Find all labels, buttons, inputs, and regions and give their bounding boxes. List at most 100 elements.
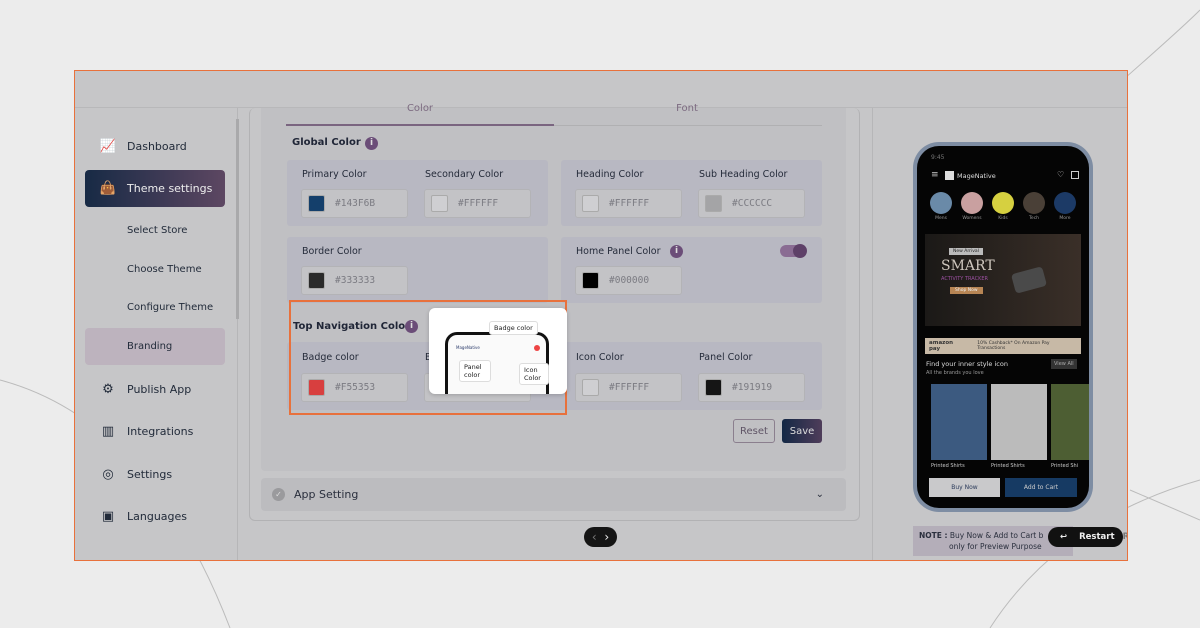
value: #FFFFFF (458, 198, 499, 209)
sidebar-item-settings[interactable]: ◎ Settings (85, 456, 225, 493)
app-window: 📈 Dashboard 👜 Theme settings Select Store … (74, 70, 1128, 561)
shortcut-key: R (1123, 532, 1127, 542)
info-icon[interactable]: i (670, 245, 683, 258)
sidebar-item-theme-settings[interactable]: 👜 Theme settings (85, 170, 225, 207)
category-item[interactable]: Mens (929, 192, 953, 221)
view-all-button[interactable]: View All (1051, 359, 1077, 369)
logo-icon (945, 171, 954, 180)
tooltip-badge-label: Badge color (489, 321, 538, 335)
pager[interactable]: ‹ › (584, 527, 617, 547)
home-panel-color-input[interactable]: #000000 (575, 266, 682, 295)
tab-font[interactable]: Font (554, 103, 820, 114)
section-subtitle: All the brands you love (926, 370, 984, 376)
product-image (1051, 384, 1089, 460)
heading-color-input[interactable]: #FFFFFF (575, 189, 682, 218)
field-label: Sub Heading Color (699, 169, 788, 180)
field-label: Secondary Color (425, 169, 504, 180)
nav-label: Publish App (127, 383, 192, 396)
field-label: Icon Color (576, 352, 624, 363)
category-item[interactable]: Womens (960, 192, 984, 221)
phone-preview: 9:45 ≡ MageNative ♡ Mens Womens Kids Tech Mo… (913, 142, 1093, 512)
color-swatch[interactable] (308, 272, 325, 289)
category-label: Mens (935, 216, 947, 221)
tooltip-icon-label: Icon Color (519, 363, 549, 385)
bar-chart-icon: ▥ (101, 424, 115, 439)
secondary-color-input[interactable]: #FFFFFF (424, 189, 531, 218)
color-swatch[interactable] (308, 195, 325, 212)
restart-button[interactable]: ↩ Restart R (1048, 527, 1127, 547)
color-swatch[interactable] (705, 195, 722, 212)
category-label: Womens (962, 216, 982, 221)
menu-icon[interactable]: ≡ (931, 170, 939, 180)
border-color-input[interactable]: #333333 (301, 266, 408, 295)
compass-icon: ◎ (102, 467, 114, 482)
subheading-color-input[interactable]: #CCCCCC (698, 189, 805, 218)
sidebar-item-dashboard[interactable]: 📈 Dashboard (85, 128, 225, 165)
category-image (930, 192, 952, 214)
restart-label: Restart (1079, 532, 1115, 542)
nav-label: Configure Theme (127, 302, 214, 313)
sidebar-item-choose-theme[interactable]: Choose Theme (85, 251, 225, 288)
info-icon[interactable]: i (365, 137, 378, 150)
tooltip-panel-label: Panel color (459, 360, 491, 382)
nav-label: Select Store (127, 225, 188, 236)
primary-color-input[interactable]: #143F6B (301, 189, 408, 218)
color-swatch[interactable] (582, 195, 599, 212)
sidebar-scrollbar[interactable] (236, 119, 239, 319)
product-card[interactable]: Printed Shi (1051, 384, 1089, 469)
product-card[interactable]: Printed Shirts (931, 384, 987, 469)
shop-now-button[interactable]: Shop Now (950, 287, 983, 294)
product-card[interactable]: Printed Shirts (991, 384, 1047, 469)
banner[interactable]: New Arrival SMART ACTIVITY TRACKER Shop … (925, 234, 1081, 326)
value: #191919 (732, 382, 773, 393)
tab-divider (554, 125, 822, 126)
sidebar-item-branding[interactable]: Branding (85, 328, 225, 365)
sidebar-item-integrations[interactable]: ▥ Integrations (85, 413, 225, 450)
banner-tag: New Arrival (949, 248, 983, 255)
add-to-cart-button[interactable]: Add to Cart (1005, 478, 1077, 497)
field-label: Heading Color (576, 169, 644, 180)
nav-label: Integrations (127, 425, 194, 438)
panel-color-input[interactable]: #191919 (698, 373, 805, 402)
brand: MageNative (957, 172, 996, 180)
prev-icon[interactable]: ‹ (592, 530, 597, 544)
home-panel-toggle[interactable] (780, 244, 807, 258)
category-item[interactable]: More (1053, 192, 1077, 221)
category-item[interactable]: Tech (1022, 192, 1046, 221)
color-swatch[interactable] (705, 379, 722, 396)
nav-label: Settings (127, 468, 173, 481)
cart-icon[interactable] (1071, 171, 1079, 179)
product-image (931, 384, 987, 460)
note-label: NOTE : (919, 531, 948, 540)
category-label: Kids (998, 216, 1008, 221)
field-label: Primary Color (302, 169, 367, 180)
icon-color-input[interactable]: #FFFFFF (575, 373, 682, 402)
save-button[interactable]: Save (782, 419, 822, 443)
status-time: 9:45 (931, 154, 945, 161)
nav-label: Branding (127, 341, 173, 352)
sidebar-item-publish-app[interactable]: ⚙ Publish App (85, 371, 225, 408)
sidebar-item-select-store[interactable]: Select Store (85, 212, 225, 249)
tab-color[interactable]: Color (287, 103, 553, 114)
heart-icon[interactable]: ♡ (1057, 170, 1064, 179)
value: #CCCCCC (732, 198, 773, 209)
nav-label: Choose Theme (127, 264, 202, 275)
product-name: Printed Shi (1051, 463, 1079, 469)
color-swatch[interactable] (431, 195, 448, 212)
buy-now-button[interactable]: Buy Now (929, 478, 1000, 497)
sidebar-item-configure-theme[interactable]: Configure Theme (85, 289, 225, 326)
watch-image (1010, 266, 1048, 294)
reset-button[interactable]: Reset (733, 419, 775, 443)
category-image (1023, 192, 1045, 214)
sidebar-item-languages[interactable]: ▣ Languages (85, 498, 225, 535)
color-swatch[interactable] (582, 272, 599, 289)
sidebar: 📈 Dashboard 👜 Theme settings Select Store … (75, 108, 238, 560)
category-label: More (1059, 216, 1071, 221)
color-swatch[interactable] (582, 379, 599, 396)
promo-banner[interactable]: amazon pay 10% Cashback* On Amazon Pay Tr… (925, 338, 1081, 354)
category-item[interactable]: Kids (991, 192, 1015, 221)
category-label: Tech (1028, 216, 1040, 221)
accordion-title: App Setting (294, 488, 359, 501)
next-icon[interactable]: › (604, 530, 609, 544)
app-setting-accordion[interactable]: ✓ App Setting ⌄ (261, 478, 846, 511)
